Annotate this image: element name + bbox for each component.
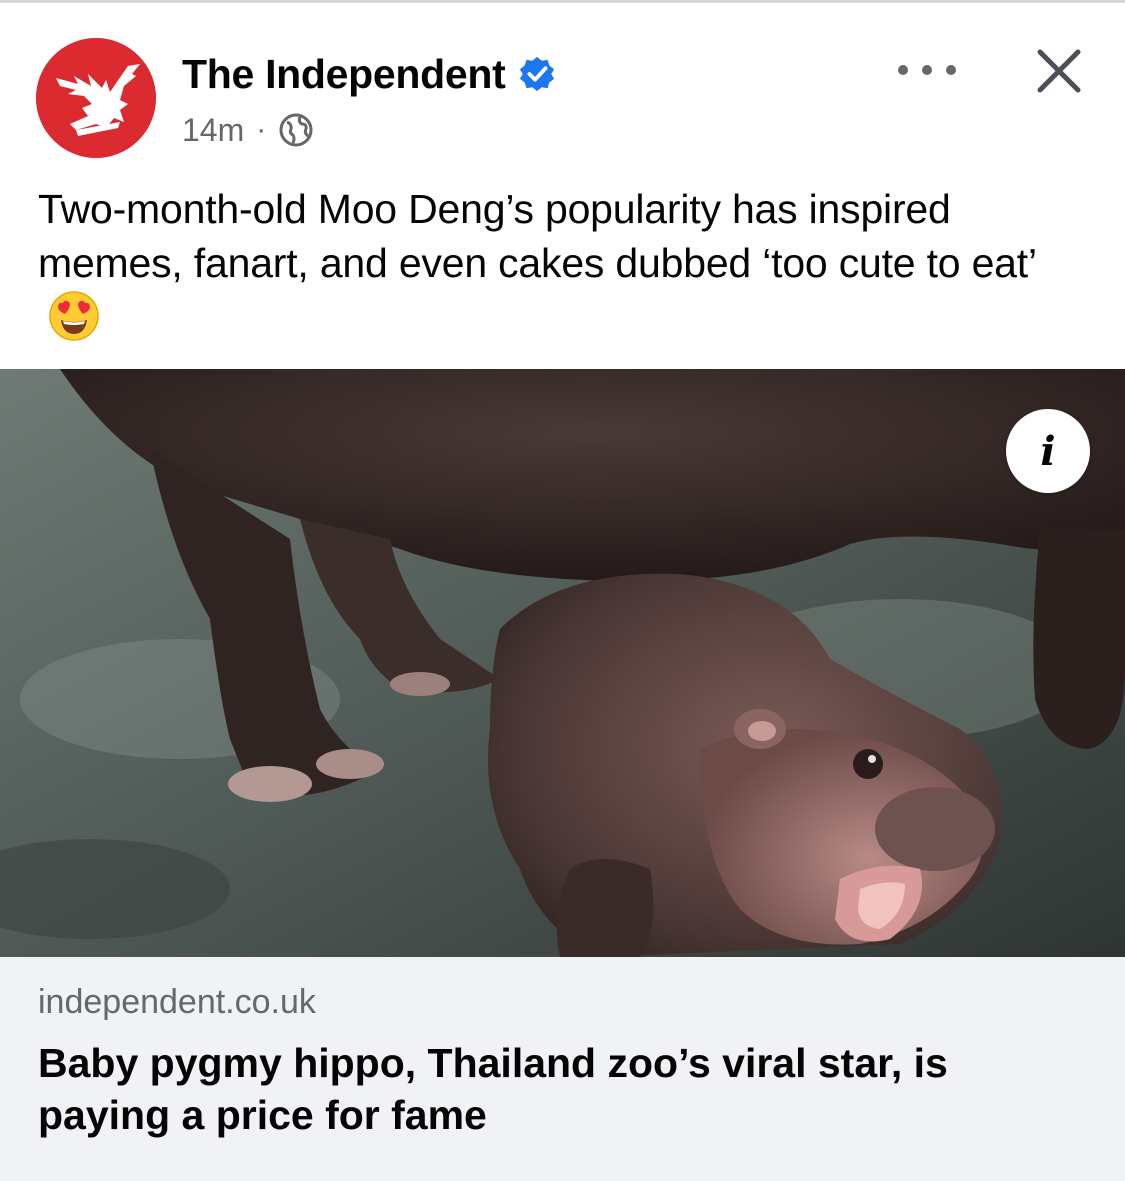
verified-badge-icon — [519, 56, 554, 92]
post-timestamp[interactable]: 14m — [182, 112, 244, 149]
globe-icon — [279, 113, 313, 147]
post-meta: 14m · — [182, 110, 314, 150]
close-icon — [1037, 49, 1081, 93]
smiling-face-with-heart-eyes-icon — [49, 291, 99, 341]
close-button[interactable] — [1032, 44, 1086, 98]
link-title: Baby pygmy hippo, Thailand zoo’s viral s… — [38, 1040, 948, 1138]
page-name[interactable]: The Independent — [182, 51, 506, 98]
hippo-photo — [0, 369, 1125, 957]
more-dot — [898, 65, 908, 75]
info-icon: i — [1040, 427, 1056, 475]
info-button[interactable]: i — [1006, 409, 1090, 493]
post-caption-text: Two-month-old Moo Deng’s popularity has … — [38, 186, 1037, 286]
top-divider — [0, 0, 1125, 3]
independent-eagle-logo — [36, 38, 156, 158]
more-options-button[interactable] — [898, 52, 956, 88]
post-photo[interactable] — [0, 369, 1125, 957]
page-avatar[interactable] — [36, 38, 156, 158]
post-caption: Two-month-old Moo Deng’s popularity has … — [38, 182, 1088, 345]
more-dot — [922, 65, 932, 75]
link-preview-card[interactable]: independent.co.uk Baby pygmy hippo, Thai… — [0, 957, 1125, 1181]
meta-separator: · — [256, 113, 267, 146]
page-name-row: The Independent — [182, 50, 556, 98]
link-domain: independent.co.uk — [38, 983, 316, 1021]
more-dot — [946, 65, 956, 75]
